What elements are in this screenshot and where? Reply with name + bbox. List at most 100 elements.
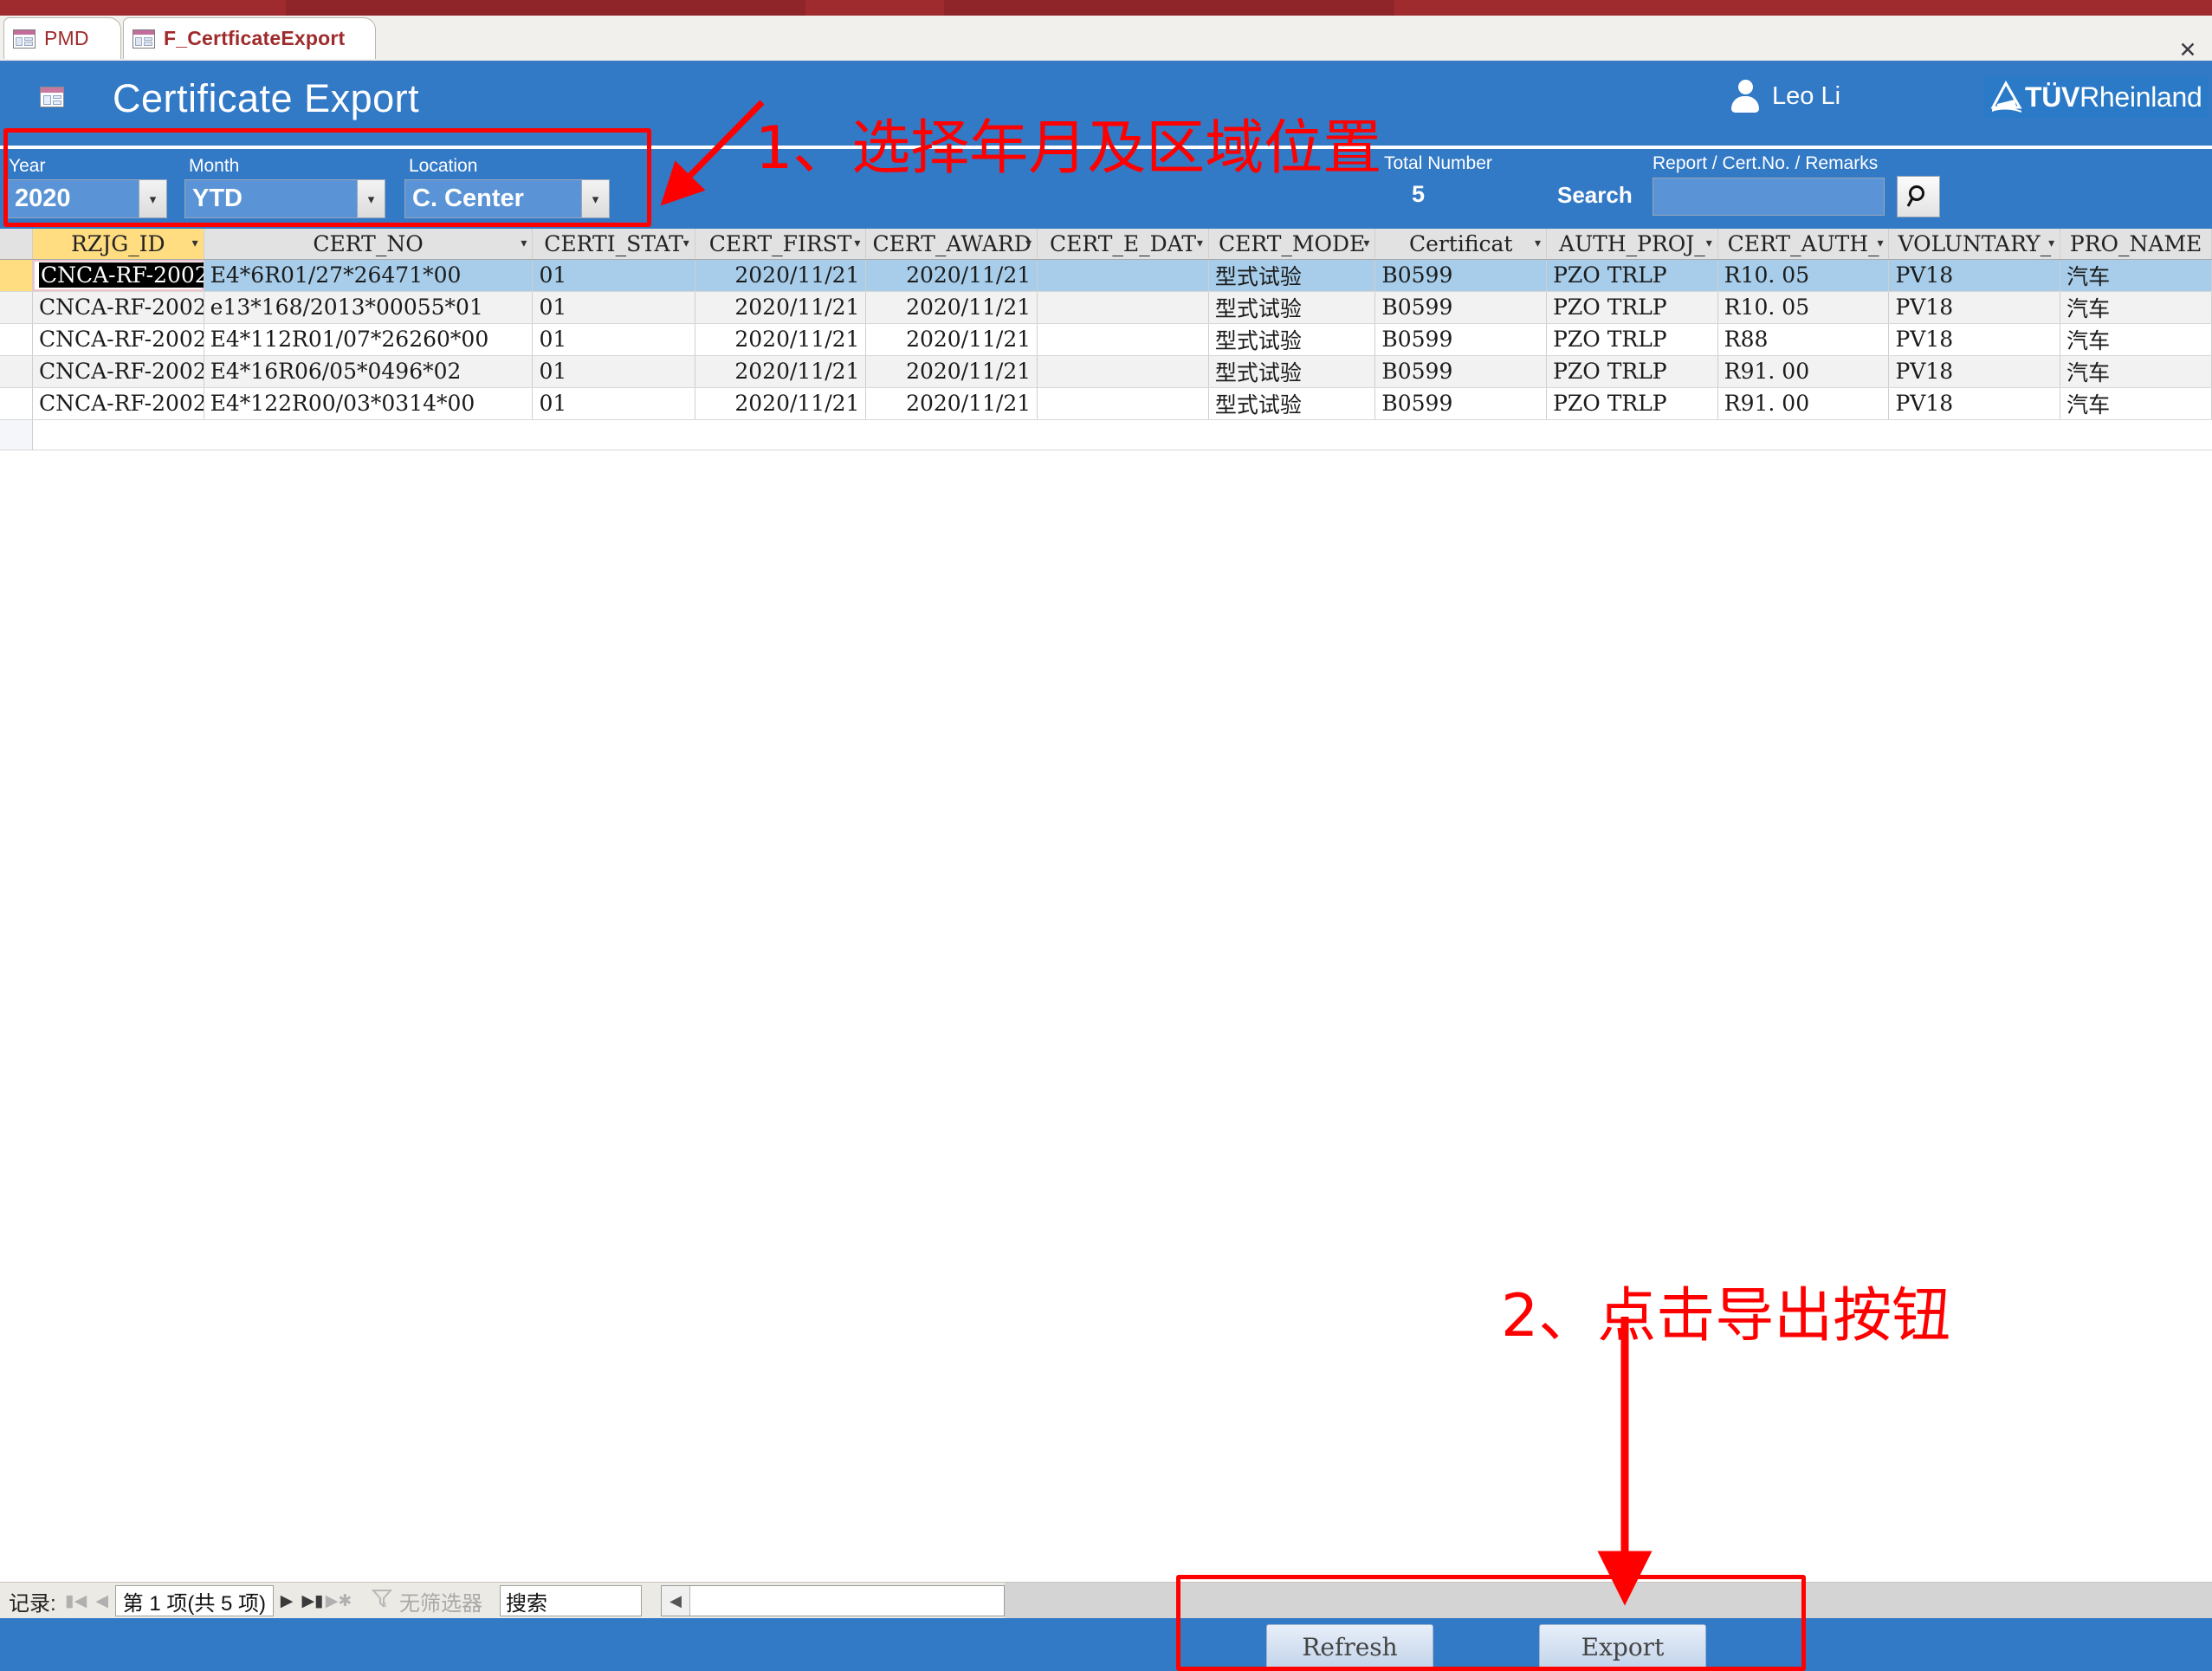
cell-cert_first[interactable]: 2020/11/21	[695, 387, 867, 420]
cell-empty[interactable]	[1208, 419, 1375, 450]
column-header-cert_e_dat[interactable]: CERT_E_DAT ▾	[1037, 229, 1209, 260]
cell-cert_first[interactable]: 2020/11/21	[695, 291, 867, 324]
cell-cert_mode[interactable]: 型式试验	[1208, 387, 1376, 420]
cell-cert_e_dat[interactable]	[1037, 387, 1209, 420]
cell-rzjg_id[interactable]: CNCA-RF-2002-05	[32, 291, 204, 324]
table-new-row[interactable]	[0, 419, 2212, 450]
document-tab-pmd[interactable]: PMD	[3, 17, 121, 59]
cell-voluntary_[interactable]: PV18	[1888, 291, 2061, 324]
month-select[interactable]: YTD ▾	[184, 179, 385, 218]
cell-pro_name[interactable]: 汽车	[2060, 259, 2212, 292]
location-select[interactable]: C. Center ▾	[404, 179, 610, 218]
record-search-input[interactable]: 搜索	[500, 1585, 643, 1616]
cell-cert_award[interactable]: 2020/11/21	[865, 323, 1038, 356]
table-row[interactable]: CNCA-RF-2002-05E4*6R01/27*26471*00 01 2020…	[0, 259, 2212, 292]
cell-cert_no[interactable]: E4*16R06/05*0496*02	[204, 355, 534, 388]
cell-certi_stat[interactable]: 01	[532, 355, 695, 388]
cell-empty[interactable]	[204, 419, 533, 450]
cell-certificat[interactable]: B0599	[1374, 355, 1548, 388]
cell-cert_first[interactable]: 2020/11/21	[695, 323, 867, 356]
cell-empty[interactable]	[695, 419, 866, 450]
cell-auth_proj_[interactable]: PZO TRLP	[1546, 291, 1718, 324]
cell-cert_first[interactable]: 2020/11/21	[695, 259, 867, 292]
cell-cert_award[interactable]: 2020/11/21	[865, 387, 1038, 420]
cell-cert_e_dat[interactable]	[1037, 291, 1209, 324]
cell-cert_no[interactable]: E4*122R00/03*0314*00	[204, 387, 534, 420]
column-header-certificat[interactable]: Certificat ▾	[1374, 229, 1548, 260]
select-all-corner[interactable]	[0, 229, 33, 260]
cell-empty[interactable]	[2060, 419, 2212, 450]
cell-rzjg_id[interactable]: CNCA-RF-2002-05	[32, 387, 204, 420]
horizontal-scrollbar[interactable]: ◀	[661, 1585, 1006, 1616]
dropdown-caret-icon[interactable]: ▾	[1197, 236, 1203, 250]
cell-pro_name[interactable]: 汽车	[2060, 323, 2212, 356]
cell-empty[interactable]	[1374, 419, 1547, 450]
cell-pro_name[interactable]: 汽车	[2060, 291, 2212, 324]
cell-cert_award[interactable]: 2020/11/21	[865, 259, 1038, 292]
last-record-icon[interactable]: ▶▮	[300, 1586, 326, 1616]
row-selector[interactable]	[0, 259, 33, 292]
column-header-cert_award[interactable]: CERT_AWARD ▾	[865, 229, 1038, 260]
scrollbar-track[interactable]	[1005, 1583, 2212, 1619]
cell-certi_stat[interactable]: 01	[532, 291, 695, 324]
table-row[interactable]: CNCA-RF-2002-05 E4*16R06/05*0496*02 01 2020…	[0, 355, 2212, 388]
row-selector[interactable]	[0, 387, 33, 420]
cell-auth_proj_[interactable]: PZO TRLP	[1546, 387, 1718, 420]
dropdown-caret-icon[interactable]: ▾	[1877, 236, 1883, 250]
cell-cert_mode[interactable]: 型式试验	[1208, 355, 1376, 388]
dropdown-caret-icon[interactable]: ▾	[2048, 236, 2054, 250]
cell-cert_auth_[interactable]: R10. 05	[1717, 259, 1890, 292]
column-header-cert_auth_[interactable]: CERT_AUTH_ ▾	[1717, 229, 1890, 260]
column-header-cert_mode[interactable]: CERT_MODE ▾	[1208, 229, 1376, 260]
cell-voluntary_[interactable]: PV18	[1888, 323, 2061, 356]
cell-empty[interactable]	[32, 419, 204, 450]
cell-voluntary_[interactable]: PV18	[1888, 259, 2061, 292]
cell-auth_proj_[interactable]: PZO TRLP	[1546, 323, 1718, 356]
refresh-button[interactable]: Refresh	[1266, 1624, 1433, 1669]
cell-rzjg_id[interactable]: CNCA-RF-2002-05	[32, 355, 204, 388]
cell-cert_no[interactable]: E4*6R01/27*26471*00	[204, 259, 534, 292]
dropdown-caret-icon[interactable]: ▾	[1025, 236, 1032, 250]
cell-cert_mode[interactable]: 型式试验	[1208, 291, 1376, 324]
cell-certificat[interactable]: B0599	[1374, 291, 1548, 324]
column-header-cert_first[interactable]: CERT_FIRST ▾	[695, 229, 867, 260]
cell-empty[interactable]	[1546, 419, 1718, 450]
cell-cert_first[interactable]: 2020/11/21	[695, 355, 867, 388]
cell-certi_stat[interactable]: 01	[532, 323, 695, 356]
cell-cert_auth_[interactable]: R88	[1717, 323, 1890, 356]
table-row[interactable]: CNCA-RF-2002-05 E4*112R01/07*26260*00 01 20…	[0, 323, 2212, 356]
cell-auth_proj_[interactable]: PZO TRLP	[1546, 355, 1718, 388]
document-tab-certficateexport[interactable]: F_CertficateExport	[123, 17, 376, 59]
column-header-rzjg_id[interactable]: RZJG_ID ▾	[32, 229, 204, 260]
dropdown-caret-icon[interactable]: ▾	[683, 236, 689, 250]
cell-cert_award[interactable]: 2020/11/21	[865, 355, 1038, 388]
cell-empty[interactable]	[1717, 419, 1889, 450]
cell-voluntary_[interactable]: PV18	[1888, 387, 2061, 420]
cell-rzjg_id[interactable]: CNCA-RF-2002-05	[32, 323, 204, 356]
cell-certi_stat[interactable]: 01	[532, 259, 695, 292]
column-header-pro_name[interactable]: PRO_NAME	[2060, 229, 2212, 260]
cell-empty[interactable]	[865, 419, 1038, 450]
cell-cert_e_dat[interactable]	[1037, 259, 1209, 292]
search-input[interactable]	[1653, 178, 1885, 216]
dropdown-caret-icon[interactable]: ▾	[1363, 236, 1369, 250]
chevron-down-icon[interactable]: ▾	[357, 180, 385, 217]
cell-auth_proj_[interactable]: PZO TRLP	[1546, 259, 1718, 292]
cell-cert_no[interactable]: e13*168/2013*00055*01	[204, 291, 534, 324]
cell-certificat[interactable]: B0599	[1374, 323, 1548, 356]
datasheet[interactable]: RZJG_ID ▾ CERT_NO ▾ CERTI_STAT ▾ CERT_FIRST ▾ CE…	[0, 229, 2212, 1557]
first-record-icon[interactable]: ▮◀	[63, 1586, 89, 1616]
column-header-voluntary_[interactable]: VOLUNTARY_ ▾	[1888, 229, 2061, 260]
cell-rzjg_id[interactable]: CNCA-RF-2002-05	[32, 259, 204, 292]
column-header-cert_no[interactable]: CERT_NO ▾	[204, 229, 534, 260]
table-row[interactable]: CNCA-RF-2002-05 e13*168/2013*00055*01 01 20…	[0, 291, 2212, 324]
chevron-down-icon[interactable]: ▾	[581, 180, 609, 217]
row-selector[interactable]	[0, 419, 33, 450]
cell-cert_auth_[interactable]: R91. 00	[1717, 355, 1890, 388]
cell-certificat[interactable]: B0599	[1374, 259, 1548, 292]
search-button[interactable]	[1897, 176, 1940, 217]
cell-cert_auth_[interactable]: R91. 00	[1717, 387, 1890, 420]
chevron-down-icon[interactable]: ▾	[139, 180, 166, 217]
table-row[interactable]: CNCA-RF-2002-05 E4*122R00/03*0314*00 01 202…	[0, 387, 2212, 420]
cell-cert_auth_[interactable]: R10. 05	[1717, 291, 1890, 324]
